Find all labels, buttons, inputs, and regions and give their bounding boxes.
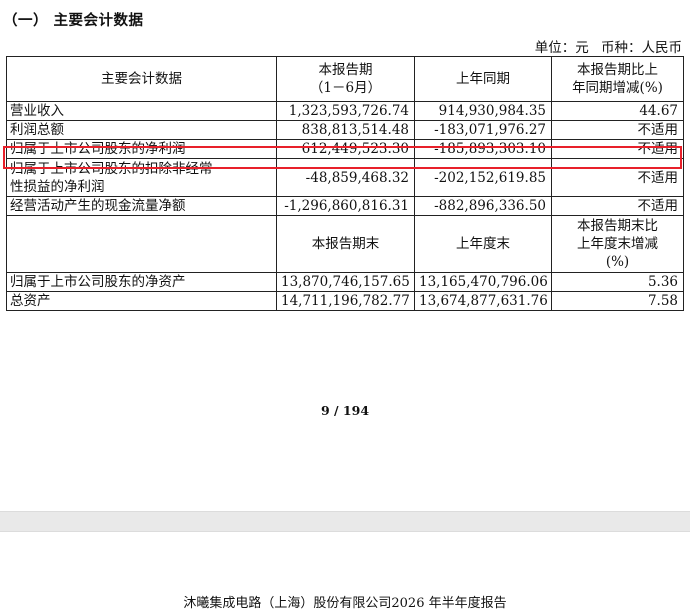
- section-title: （一） 主要会计数据: [3, 13, 144, 29]
- row-current: -1,296,860,816.31: [276, 196, 415, 216]
- unit-label: 单位：元: [534, 40, 589, 56]
- header-empty-cell: [6, 215, 277, 273]
- row-prior: -202,152,619.85: [414, 158, 552, 197]
- row-current: 612,449,523.30: [276, 139, 415, 159]
- table-row-total-assets: 总资产 14,711,196,782.77 13,674,877,631.76 …: [6, 291, 684, 311]
- table-row-revenue: 营业收入 1,323,593,726.74 914,930,984.35 44.…: [6, 101, 684, 121]
- row-current: 14,711,196,782.77: [276, 291, 415, 311]
- page-separator: [0, 511, 690, 532]
- row-change: 不适用: [551, 120, 684, 140]
- row-change: 7.58: [551, 291, 684, 311]
- row-current: 838,813,514.48: [276, 120, 415, 140]
- row-current: 1,323,593,726.74: [276, 101, 415, 121]
- unit-currency-line: 单位：元 币种：人民币: [529, 36, 682, 56]
- table-header-row: 主要会计数据 本报告期 （1－6月） 上年同期 本报告期比上 年同期增减(%): [6, 56, 684, 102]
- currency-label: 币种：人民币: [601, 40, 682, 56]
- row-label: 利润总额: [6, 120, 277, 140]
- table-row-total-profit: 利润总额 838,813,514.48 -183,071,976.27 不适用: [6, 120, 684, 140]
- table-row-net-assets: 归属于上市公司股东的净资产 13,870,746,157.65 13,165,4…: [6, 272, 684, 292]
- row-prior: 13,674,877,631.76: [414, 291, 552, 311]
- row-label: 归属于上市公司股东的扣除非经常 性损益的净利润: [6, 158, 277, 197]
- row-prior: -183,071,976.27: [414, 120, 552, 140]
- row-change: 不适用: [551, 196, 684, 216]
- header-period-end: 本报告期末: [276, 215, 415, 273]
- row-change: 不适用: [551, 139, 684, 159]
- header-current-period: 本报告期 （1－6月）: [276, 56, 415, 102]
- header-change-pct: 本报告期比上 年同期增减(%): [551, 56, 684, 102]
- table-header-row-period-end: 本报告期末 上年度末 本报告期末比 上年度末增减 (%): [6, 215, 684, 273]
- row-label: 营业收入: [6, 101, 277, 121]
- header-change-vs-year-end: 本报告期末比 上年度末增减 (%): [551, 215, 684, 273]
- row-change: 5.36: [551, 272, 684, 292]
- row-current: -48,859,468.32: [276, 158, 415, 197]
- table-row-net-profit-excl-nonrecurring: 归属于上市公司股东的扣除非经常 性损益的净利润 -48,859,468.32 -…: [6, 158, 684, 197]
- table-row-net-profit: 归属于上市公司股东的净利润 612,449,523.30 -185,893,30…: [6, 139, 684, 159]
- row-label: 归属于上市公司股东的净利润: [6, 139, 277, 159]
- row-label: 总资产: [6, 291, 277, 311]
- row-change: 44.67: [551, 101, 684, 121]
- row-prior: 914,930,984.35: [414, 101, 552, 121]
- header-accounting-data: 主要会计数据: [6, 56, 277, 102]
- row-label: 归属于上市公司股东的净资产: [6, 272, 277, 292]
- row-current: 13,870,746,157.65: [276, 272, 415, 292]
- row-prior: -185,893,303.10: [414, 139, 552, 159]
- key-accounting-data-table: 主要会计数据 本报告期 （1－6月） 上年同期 本报告期比上 年同期增减(%) …: [6, 56, 684, 311]
- row-change: 不适用: [551, 158, 684, 197]
- header-prior-year-end: 上年度末: [414, 215, 552, 273]
- row-prior: 13,165,470,796.06: [414, 272, 552, 292]
- header-prior-period: 上年同期: [414, 56, 552, 102]
- report-footer-title: 沐曦集成电路（上海）股份有限公司2026 年半年度报告: [183, 596, 507, 611]
- page-number: 9 / 194: [320, 403, 370, 418]
- table-row-operating-cash-flow: 经营活动产生的现金流量净额 -1,296,860,816.31 -882,896…: [6, 196, 684, 216]
- row-label: 经营活动产生的现金流量净额: [6, 196, 277, 216]
- row-prior: -882,896,336.50: [414, 196, 552, 216]
